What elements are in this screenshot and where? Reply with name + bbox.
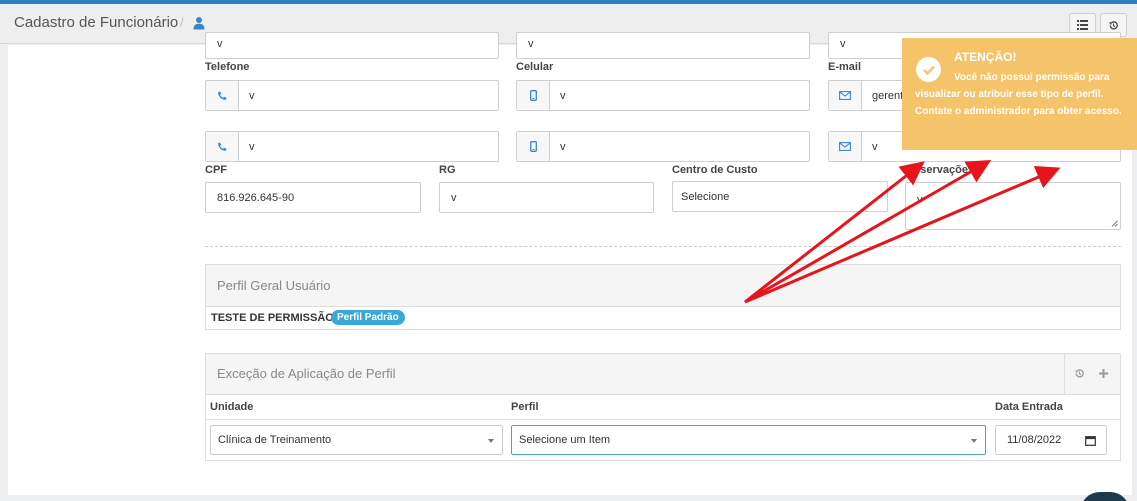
- telefone-field-1-value: v: [249, 90, 255, 102]
- perfil-select[interactable]: Selecione um Item: [511, 425, 986, 455]
- col-data-entrada: Data Entrada: [995, 401, 1063, 413]
- phone-icon: [218, 91, 227, 100]
- observacoes-value: v: [917, 194, 923, 206]
- rg-label: RG: [439, 164, 456, 176]
- unidade-value: Clínica de Treinamento: [218, 434, 332, 446]
- celular-field-1-value: v: [560, 90, 566, 102]
- celular-field-2[interactable]: v: [516, 131, 810, 162]
- centro-custo-select[interactable]: Selecione: [672, 181, 888, 212]
- cpf-field-value: 816.926.645-90: [217, 192, 295, 204]
- page-title: Cadastro de Funcionário: [14, 14, 179, 31]
- perfil-value: Selecione um Item: [519, 434, 611, 446]
- warning-toast[interactable]: ATENÇÃO! Você não possui permissão para …: [902, 38, 1137, 150]
- centro-custo-label: Centro de Custo: [672, 164, 758, 176]
- top-field-2-value: v: [528, 38, 534, 50]
- column-divider: [206, 419, 1120, 420]
- mobile-addon: [517, 81, 550, 110]
- top-field-1[interactable]: v: [205, 32, 499, 59]
- calendar-icon[interactable]: [1085, 435, 1096, 446]
- chevron-down-icon: [488, 439, 494, 443]
- perfil-geral-box: Perfil Geral Usuário TESTE DE PERMISSÃO …: [205, 264, 1121, 330]
- excecao-header: Exceção de Aplicação de Perfil: [206, 354, 1120, 395]
- celular-field-1[interactable]: v: [516, 80, 810, 111]
- rg-field-value: v: [451, 192, 457, 204]
- mobile-icon: [529, 90, 537, 101]
- celular-label: Celular: [516, 61, 554, 73]
- toast-message: Você não possui permissão para visualiza…: [915, 72, 1122, 117]
- phone-icon: [218, 142, 227, 151]
- telefone-label: Telefone: [205, 61, 250, 73]
- history-icon: [1108, 20, 1118, 29]
- perfil-geral-header: Perfil Geral Usuário: [206, 265, 1120, 307]
- top-field-1-value: v: [217, 38, 223, 50]
- mobile-icon: [529, 141, 537, 152]
- envelope-addon: [829, 81, 862, 110]
- list-icon: [1077, 20, 1088, 30]
- excecao-title: Exceção de Aplicação de Perfil: [217, 366, 396, 381]
- mobile-addon: [517, 132, 550, 161]
- toast-title: ATENÇÃO!: [954, 50, 1017, 64]
- perfil-item-name: TESTE DE PERMISSÃO: [211, 312, 334, 324]
- cpf-label: CPF: [205, 164, 227, 176]
- history-icon[interactable]: [1074, 368, 1085, 379]
- breadcrumb-separator: /: [180, 15, 184, 30]
- perfil-geral-title: Perfil Geral Usuário: [217, 278, 331, 293]
- cpf-field[interactable]: 816.926.645-90: [205, 182, 421, 213]
- top-field-2[interactable]: v: [516, 32, 810, 59]
- celular-field-2-value: v: [560, 141, 566, 153]
- col-unidade: Unidade: [210, 401, 254, 413]
- email-field-2-value: v: [872, 141, 878, 153]
- envelope-icon: [839, 91, 851, 100]
- telefone-field-2[interactable]: v: [205, 131, 499, 162]
- header-divider: [1064, 354, 1065, 394]
- telefone-field-2-value: v: [249, 141, 255, 153]
- chevron-down-icon: [971, 439, 977, 443]
- resize-handle-icon[interactable]: [1111, 220, 1118, 227]
- user-icon: [193, 17, 205, 30]
- perfil-padrao-badge: Perfil Padrão: [331, 310, 405, 325]
- phone-addon: [206, 81, 239, 110]
- unidade-select[interactable]: Clínica de Treinamento: [210, 425, 503, 455]
- plus-icon[interactable]: [1098, 368, 1109, 379]
- observacoes-textarea[interactable]: v: [905, 182, 1121, 230]
- email-label: E-mail: [828, 61, 862, 73]
- envelope-icon: [839, 142, 851, 151]
- observacoes-label: Observações: [905, 164, 975, 176]
- phone-addon: [206, 132, 239, 161]
- envelope-addon: [829, 132, 862, 161]
- data-entrada-field[interactable]: 11/08/2022: [995, 425, 1107, 455]
- rg-field[interactable]: v: [439, 182, 654, 213]
- top-field-3-value: v: [840, 38, 846, 50]
- telefone-field-1[interactable]: v: [205, 80, 499, 111]
- data-entrada-value: 11/08/2022: [1007, 434, 1062, 446]
- centro-custo-value: Selecione: [681, 191, 730, 203]
- section-divider: [205, 246, 1121, 247]
- col-perfil: Perfil: [511, 401, 539, 413]
